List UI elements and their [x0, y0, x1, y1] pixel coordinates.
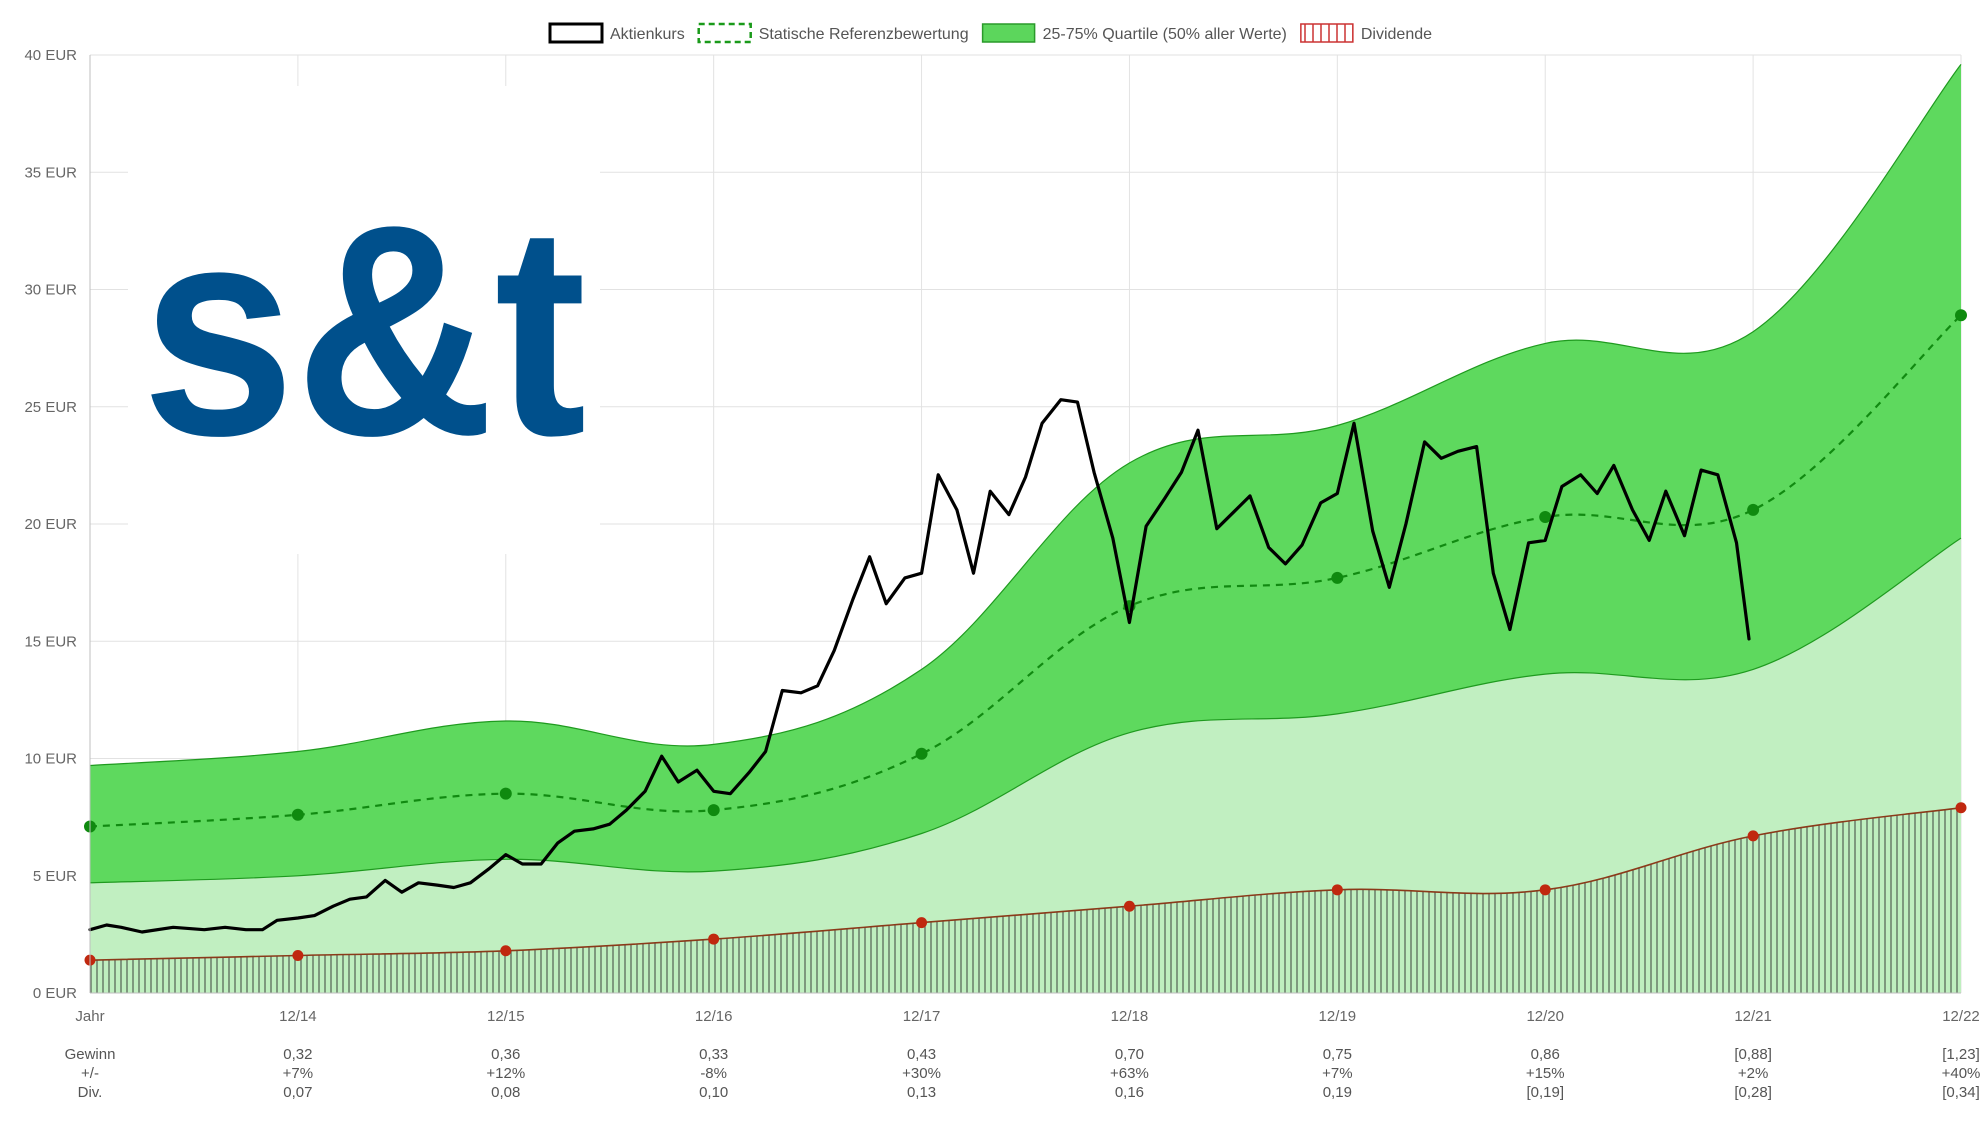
table-cell: [0,34]: [1942, 1084, 1980, 1101]
x-tick-label: 12/15: [487, 1008, 525, 1025]
table-cell: +30%: [902, 1065, 941, 1082]
table-cell: 0,10: [699, 1084, 728, 1101]
table-cell: [0,28]: [1734, 1084, 1772, 1101]
legend-swatch-quartile: [981, 23, 1036, 43]
table-cell: 0,32: [283, 1046, 312, 1063]
y-tick-label: 5 EUR: [33, 868, 77, 885]
dividend-point: [292, 949, 304, 961]
table-cell: [0,88]: [1734, 1046, 1772, 1063]
table-cell: 0,43: [907, 1046, 936, 1063]
table-cell: +2%: [1738, 1065, 1768, 1082]
logo-text: s&t: [142, 162, 587, 498]
x-tick-label: 12/18: [1111, 1008, 1149, 1025]
company-logo: s&t: [128, 86, 600, 554]
legend-item[interactable]: 25-75% Quartile (50% aller Werte): [981, 23, 1287, 43]
y-tick-label: 15 EUR: [24, 633, 77, 650]
y-tick-label: 25 EUR: [24, 399, 77, 416]
table-cell: 0,07: [283, 1084, 312, 1101]
referenzbewertung-point: [915, 747, 928, 760]
table-cell: 0,08: [491, 1084, 520, 1101]
referenzbewertung-point: [1539, 510, 1552, 523]
table-cell: 0,70: [1115, 1046, 1144, 1063]
x-tick-label: 12/17: [903, 1008, 941, 1025]
table-cell: +63%: [1110, 1065, 1149, 1082]
referenzbewertung-point: [1747, 503, 1760, 516]
dividend-point: [500, 945, 512, 957]
table-cell: [0,19]: [1526, 1084, 1564, 1101]
y-tick-label: 30 EUR: [24, 282, 77, 299]
legend-swatch-aktienkurs: [548, 22, 604, 44]
referenzbewertung-point: [499, 787, 512, 800]
legend-label: 25-75% Quartile (50% aller Werte): [1043, 26, 1287, 43]
referenzbewertung-point: [1331, 571, 1344, 584]
table-cell: 0,86: [1531, 1046, 1560, 1063]
dividend-point: [708, 933, 720, 945]
x-tick-label: 12/21: [1734, 1008, 1772, 1025]
x-tick-label: 12/22: [1942, 1008, 1980, 1025]
x-tick-label: 12/20: [1526, 1008, 1564, 1025]
referenzbewertung-point: [291, 808, 304, 821]
table-cell: +15%: [1526, 1065, 1565, 1082]
referenzbewertung-point: [707, 804, 720, 817]
table-cell: -8%: [700, 1065, 727, 1082]
legend-item[interactable]: Dividende: [1300, 23, 1432, 43]
y-tick-label: 0 EUR: [33, 985, 77, 1002]
table-cell: 0,33: [699, 1046, 728, 1063]
legend-label: Aktienkurs: [610, 26, 685, 43]
x-tick-label: 12/14: [279, 1008, 317, 1025]
table-cell: 0,36: [491, 1046, 520, 1063]
stock-chart: s&t 0 EUR 5 EUR 10 EUR 15 EUR 20 EUR 25 EUR 30…: [0, 0, 1986, 1125]
x-tick-label: 12/16: [695, 1008, 733, 1025]
legend-swatch-referenz: [697, 22, 752, 44]
dividend-point: [1539, 884, 1551, 896]
table-row-label: Div.: [78, 1084, 103, 1101]
table-cell: +12%: [486, 1065, 525, 1082]
table-row-label: Gewinn: [65, 1046, 116, 1063]
legend-swatch-dividende: [1300, 23, 1354, 43]
legend-label: Dividende: [1361, 26, 1432, 43]
legend-item[interactable]: Statische Referenzbewertung: [697, 22, 969, 44]
table-cell: [1,23]: [1942, 1046, 1980, 1063]
referenzbewertung-point: [1955, 309, 1967, 322]
table-cell: 0,16: [1115, 1084, 1144, 1101]
legend-item[interactable]: Aktienkurs: [548, 22, 685, 44]
table-cell: +7%: [283, 1065, 313, 1082]
table-cell: 0,19: [1323, 1084, 1352, 1101]
dividend-point: [1331, 884, 1343, 896]
dividend-point: [916, 917, 928, 929]
y-tick-label: 40 EUR: [24, 47, 77, 64]
table-row-label: +/-: [81, 1065, 99, 1082]
y-tick-label: 35 EUR: [24, 164, 77, 181]
table-cell: +40%: [1942, 1065, 1981, 1082]
x-tick-label: Jahr: [75, 1008, 104, 1025]
legend-label: Statische Referenzbewertung: [759, 26, 969, 43]
dividend-point: [1123, 900, 1135, 912]
y-tick-label: 10 EUR: [24, 751, 77, 768]
x-tick-label: 12/19: [1319, 1008, 1357, 1025]
dividend-point: [1747, 830, 1759, 842]
y-tick-label: 20 EUR: [24, 516, 77, 533]
table-cell: +7%: [1322, 1065, 1352, 1082]
table-cell: 0,13: [907, 1084, 936, 1101]
dividend-point: [1955, 802, 1967, 814]
table-cell: 0,75: [1323, 1046, 1352, 1063]
